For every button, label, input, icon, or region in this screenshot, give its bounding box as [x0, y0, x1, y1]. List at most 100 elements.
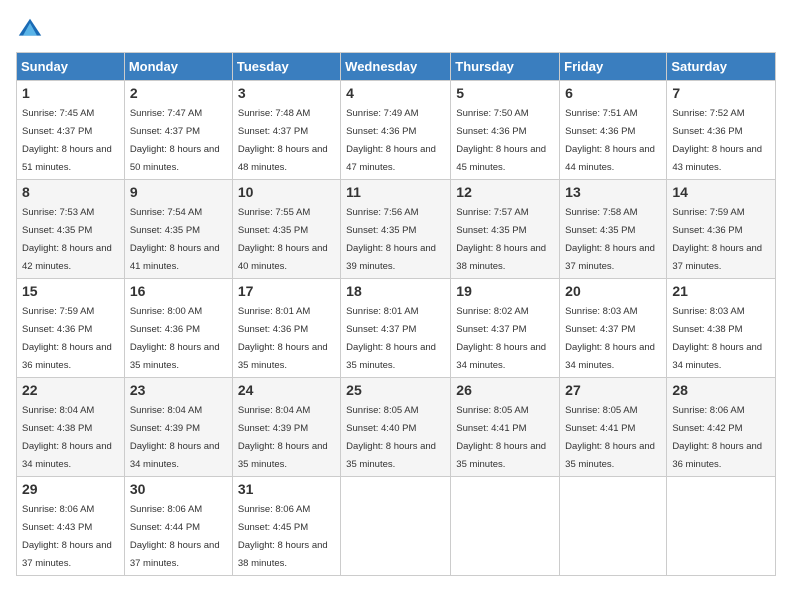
- calendar-cell: 16 Sunrise: 8:00 AMSunset: 4:36 PMDaylig…: [124, 279, 232, 378]
- calendar-cell: [341, 477, 451, 576]
- calendar-week-2: 8 Sunrise: 7:53 AMSunset: 4:35 PMDayligh…: [17, 180, 776, 279]
- day-number: 20: [565, 283, 661, 299]
- day-info: Sunrise: 8:02 AMSunset: 4:37 PMDaylight:…: [456, 306, 546, 371]
- header-friday: Friday: [560, 53, 667, 81]
- day-info: Sunrise: 7:58 AMSunset: 4:35 PMDaylight:…: [565, 207, 655, 272]
- calendar-cell: 9 Sunrise: 7:54 AMSunset: 4:35 PMDayligh…: [124, 180, 232, 279]
- calendar-cell: 1 Sunrise: 7:45 AMSunset: 4:37 PMDayligh…: [17, 81, 125, 180]
- day-number: 29: [22, 481, 119, 497]
- header-sunday: Sunday: [17, 53, 125, 81]
- day-info: Sunrise: 7:47 AMSunset: 4:37 PMDaylight:…: [130, 108, 220, 173]
- day-number: 19: [456, 283, 554, 299]
- day-number: 3: [238, 85, 335, 101]
- calendar-cell: 4 Sunrise: 7:49 AMSunset: 4:36 PMDayligh…: [341, 81, 451, 180]
- calendar-week-4: 22 Sunrise: 8:04 AMSunset: 4:38 PMDaylig…: [17, 378, 776, 477]
- calendar-cell: 28 Sunrise: 8:06 AMSunset: 4:42 PMDaylig…: [667, 378, 776, 477]
- day-info: Sunrise: 8:04 AMSunset: 4:39 PMDaylight:…: [130, 405, 220, 470]
- day-number: 5: [456, 85, 554, 101]
- calendar-cell: 11 Sunrise: 7:56 AMSunset: 4:35 PMDaylig…: [341, 180, 451, 279]
- calendar-cell: 19 Sunrise: 8:02 AMSunset: 4:37 PMDaylig…: [451, 279, 560, 378]
- day-info: Sunrise: 8:01 AMSunset: 4:36 PMDaylight:…: [238, 306, 328, 371]
- day-number: 28: [672, 382, 770, 398]
- day-info: Sunrise: 8:04 AMSunset: 4:38 PMDaylight:…: [22, 405, 112, 470]
- day-number: 16: [130, 283, 227, 299]
- day-info: Sunrise: 7:56 AMSunset: 4:35 PMDaylight:…: [346, 207, 436, 272]
- calendar-week-3: 15 Sunrise: 7:59 AMSunset: 4:36 PMDaylig…: [17, 279, 776, 378]
- calendar-cell: 6 Sunrise: 7:51 AMSunset: 4:36 PMDayligh…: [560, 81, 667, 180]
- day-info: Sunrise: 8:03 AMSunset: 4:38 PMDaylight:…: [672, 306, 762, 371]
- calendar-table: SundayMondayTuesdayWednesdayThursdayFrid…: [16, 52, 776, 576]
- day-number: 23: [130, 382, 227, 398]
- calendar-cell: 17 Sunrise: 8:01 AMSunset: 4:36 PMDaylig…: [232, 279, 340, 378]
- day-number: 25: [346, 382, 445, 398]
- day-number: 9: [130, 184, 227, 200]
- logo: [16, 16, 48, 44]
- calendar-cell: 30 Sunrise: 8:06 AMSunset: 4:44 PMDaylig…: [124, 477, 232, 576]
- calendar-cell: [451, 477, 560, 576]
- day-info: Sunrise: 7:57 AMSunset: 4:35 PMDaylight:…: [456, 207, 546, 272]
- calendar-cell: 31 Sunrise: 8:06 AMSunset: 4:45 PMDaylig…: [232, 477, 340, 576]
- day-number: 11: [346, 184, 445, 200]
- calendar-week-5: 29 Sunrise: 8:06 AMSunset: 4:43 PMDaylig…: [17, 477, 776, 576]
- day-info: Sunrise: 8:06 AMSunset: 4:44 PMDaylight:…: [130, 504, 220, 569]
- day-number: 10: [238, 184, 335, 200]
- calendar-cell: 18 Sunrise: 8:01 AMSunset: 4:37 PMDaylig…: [341, 279, 451, 378]
- day-number: 13: [565, 184, 661, 200]
- day-number: 2: [130, 85, 227, 101]
- day-info: Sunrise: 8:00 AMSunset: 4:36 PMDaylight:…: [130, 306, 220, 371]
- day-info: Sunrise: 7:49 AMSunset: 4:36 PMDaylight:…: [346, 108, 436, 173]
- header-saturday: Saturday: [667, 53, 776, 81]
- calendar-cell: 26 Sunrise: 8:05 AMSunset: 4:41 PMDaylig…: [451, 378, 560, 477]
- day-number: 24: [238, 382, 335, 398]
- calendar-cell: 2 Sunrise: 7:47 AMSunset: 4:37 PMDayligh…: [124, 81, 232, 180]
- day-number: 14: [672, 184, 770, 200]
- day-number: 8: [22, 184, 119, 200]
- day-info: Sunrise: 7:54 AMSunset: 4:35 PMDaylight:…: [130, 207, 220, 272]
- calendar-cell: 29 Sunrise: 8:06 AMSunset: 4:43 PMDaylig…: [17, 477, 125, 576]
- day-info: Sunrise: 7:59 AMSunset: 4:36 PMDaylight:…: [672, 207, 762, 272]
- day-number: 31: [238, 481, 335, 497]
- day-info: Sunrise: 7:45 AMSunset: 4:37 PMDaylight:…: [22, 108, 112, 173]
- day-number: 7: [672, 85, 770, 101]
- day-info: Sunrise: 7:50 AMSunset: 4:36 PMDaylight:…: [456, 108, 546, 173]
- calendar-cell: 22 Sunrise: 8:04 AMSunset: 4:38 PMDaylig…: [17, 378, 125, 477]
- day-info: Sunrise: 8:05 AMSunset: 4:40 PMDaylight:…: [346, 405, 436, 470]
- header-tuesday: Tuesday: [232, 53, 340, 81]
- day-info: Sunrise: 7:55 AMSunset: 4:35 PMDaylight:…: [238, 207, 328, 272]
- day-number: 17: [238, 283, 335, 299]
- calendar-cell: 8 Sunrise: 7:53 AMSunset: 4:35 PMDayligh…: [17, 180, 125, 279]
- header-wednesday: Wednesday: [341, 53, 451, 81]
- day-number: 15: [22, 283, 119, 299]
- day-info: Sunrise: 8:03 AMSunset: 4:37 PMDaylight:…: [565, 306, 655, 371]
- calendar-cell: 25 Sunrise: 8:05 AMSunset: 4:40 PMDaylig…: [341, 378, 451, 477]
- calendar-cell: 13 Sunrise: 7:58 AMSunset: 4:35 PMDaylig…: [560, 180, 667, 279]
- header-monday: Monday: [124, 53, 232, 81]
- calendar-cell: 21 Sunrise: 8:03 AMSunset: 4:38 PMDaylig…: [667, 279, 776, 378]
- day-number: 21: [672, 283, 770, 299]
- calendar-header-row: SundayMondayTuesdayWednesdayThursdayFrid…: [17, 53, 776, 81]
- day-info: Sunrise: 8:06 AMSunset: 4:45 PMDaylight:…: [238, 504, 328, 569]
- day-info: Sunrise: 8:01 AMSunset: 4:37 PMDaylight:…: [346, 306, 436, 371]
- day-info: Sunrise: 8:05 AMSunset: 4:41 PMDaylight:…: [456, 405, 546, 470]
- day-info: Sunrise: 8:06 AMSunset: 4:43 PMDaylight:…: [22, 504, 112, 569]
- calendar-cell: 27 Sunrise: 8:05 AMSunset: 4:41 PMDaylig…: [560, 378, 667, 477]
- calendar-cell: 24 Sunrise: 8:04 AMSunset: 4:39 PMDaylig…: [232, 378, 340, 477]
- day-info: Sunrise: 8:04 AMSunset: 4:39 PMDaylight:…: [238, 405, 328, 470]
- day-info: Sunrise: 8:05 AMSunset: 4:41 PMDaylight:…: [565, 405, 655, 470]
- day-info: Sunrise: 7:59 AMSunset: 4:36 PMDaylight:…: [22, 306, 112, 371]
- calendar-cell: 15 Sunrise: 7:59 AMSunset: 4:36 PMDaylig…: [17, 279, 125, 378]
- calendar-cell: 23 Sunrise: 8:04 AMSunset: 4:39 PMDaylig…: [124, 378, 232, 477]
- day-number: 12: [456, 184, 554, 200]
- calendar-cell: 3 Sunrise: 7:48 AMSunset: 4:37 PMDayligh…: [232, 81, 340, 180]
- day-info: Sunrise: 7:48 AMSunset: 4:37 PMDaylight:…: [238, 108, 328, 173]
- day-number: 6: [565, 85, 661, 101]
- calendar-cell: 20 Sunrise: 8:03 AMSunset: 4:37 PMDaylig…: [560, 279, 667, 378]
- day-number: 26: [456, 382, 554, 398]
- day-number: 1: [22, 85, 119, 101]
- day-info: Sunrise: 7:53 AMSunset: 4:35 PMDaylight:…: [22, 207, 112, 272]
- day-info: Sunrise: 7:52 AMSunset: 4:36 PMDaylight:…: [672, 108, 762, 173]
- calendar-cell: 12 Sunrise: 7:57 AMSunset: 4:35 PMDaylig…: [451, 180, 560, 279]
- day-info: Sunrise: 7:51 AMSunset: 4:36 PMDaylight:…: [565, 108, 655, 173]
- day-number: 30: [130, 481, 227, 497]
- calendar-cell: 14 Sunrise: 7:59 AMSunset: 4:36 PMDaylig…: [667, 180, 776, 279]
